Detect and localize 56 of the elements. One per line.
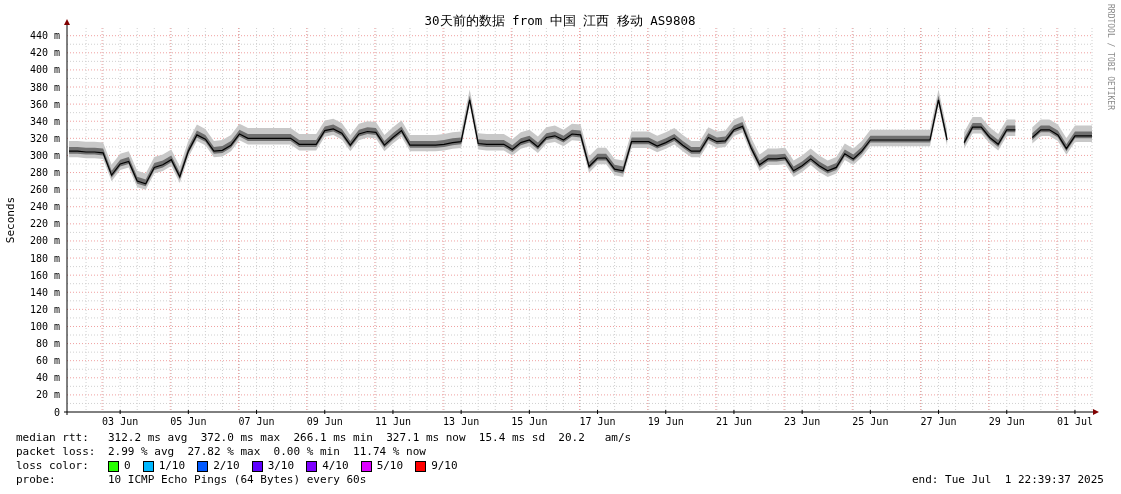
y-tick-label: 320 m: [29, 132, 60, 144]
credit-text: RRDTOOL / TOBI OETIKER: [1106, 4, 1115, 110]
y-tick-label: 240 m: [29, 201, 60, 213]
legend-label: probe:: [16, 473, 57, 487]
legend-label: loss color:: [16, 459, 90, 473]
y-tick-label: 100 m: [29, 321, 60, 332]
x-tick-label: 07 Jun: [238, 416, 275, 427]
y-axis-label: Seconds: [4, 196, 17, 244]
legend-label: median rtt:: [16, 431, 90, 445]
legend-value: 2.99 % avg 27.82 % max 0.00 % min 11.74 % now: [108, 445, 426, 459]
y-tick-label: 380 m: [29, 81, 60, 93]
legend-label: packet loss:: [16, 445, 97, 459]
x-tick-label: 23 Jun: [784, 416, 821, 427]
y-tick-label: 260 m: [29, 184, 60, 196]
y-tick-label: 180 m: [29, 252, 60, 264]
y-tick-label: 340 m: [29, 115, 60, 127]
chart-title: 30天前的数据 from 中国 江西 移动 AS9808: [424, 13, 696, 28]
y-tick-label: 440 m: [29, 30, 60, 42]
x-tick-label: 25 Jun: [852, 416, 889, 427]
y-tick-label: 40 m: [35, 372, 60, 384]
y-tick-label: 420 m: [29, 47, 60, 59]
x-tick-label: 03 Jun: [102, 416, 139, 427]
y-tick-label: 20 m: [35, 389, 60, 401]
legend-value: 10 ICMP Echo Pings (64 Bytes) every 60s: [108, 473, 367, 487]
y-tick-label: 80 m: [35, 338, 60, 350]
y-tick-label: 200 m: [29, 235, 60, 247]
swatch-label: 9/10: [431, 459, 458, 473]
y-tick-label: 360 m: [29, 98, 60, 110]
y-tick-label: 400 m: [29, 64, 60, 76]
swatch-label: 5/10: [376, 459, 404, 473]
x-tick-label: 19 Jun: [647, 416, 684, 427]
y-tick-label: 120 m: [29, 303, 60, 315]
swatch-label: 1/10: [158, 459, 186, 473]
x-tick-label: 09 Jun: [306, 416, 343, 427]
x-tick-label: 01 Jul: [1056, 416, 1093, 427]
swatch-label: 4/10: [322, 459, 349, 473]
legend-value: 312.2 ms avg 372.0 ms max 266.1 ms min 327.1 ms now 15.4 ms sd 20.2 am/s: [108, 431, 632, 445]
y-tick-label: 140 m: [29, 286, 60, 298]
x-tick-label: 17 Jun: [579, 416, 616, 427]
x-tick-label: 21 Jun: [715, 416, 752, 427]
end-time: end: Tue Jul 1 22:39:37 2025: [911, 473, 1104, 487]
x-tick-label: 15 Jun: [511, 416, 548, 427]
x-tick-label: 29 Jun: [988, 416, 1025, 427]
x-tick-label: 13 Jun: [443, 416, 480, 427]
y-tick-label: 300 m: [29, 149, 60, 161]
y-tick-label: 60 m: [35, 355, 60, 367]
y-tick-label: 280 m: [29, 167, 60, 179]
y-tick-label: 220 m: [29, 218, 60, 230]
swatch-label: 2/10: [213, 459, 240, 473]
swatch-label: 0: [124, 459, 131, 473]
y-tick-label: 0: [53, 406, 60, 418]
x-tick-label: 11 Jun: [374, 416, 411, 427]
x-tick-label: 27 Jun: [920, 416, 957, 427]
x-tick-label: 05 Jun: [170, 416, 207, 427]
y-tick-label: 160 m: [29, 269, 60, 281]
swatch-label: 3/10: [267, 459, 295, 473]
